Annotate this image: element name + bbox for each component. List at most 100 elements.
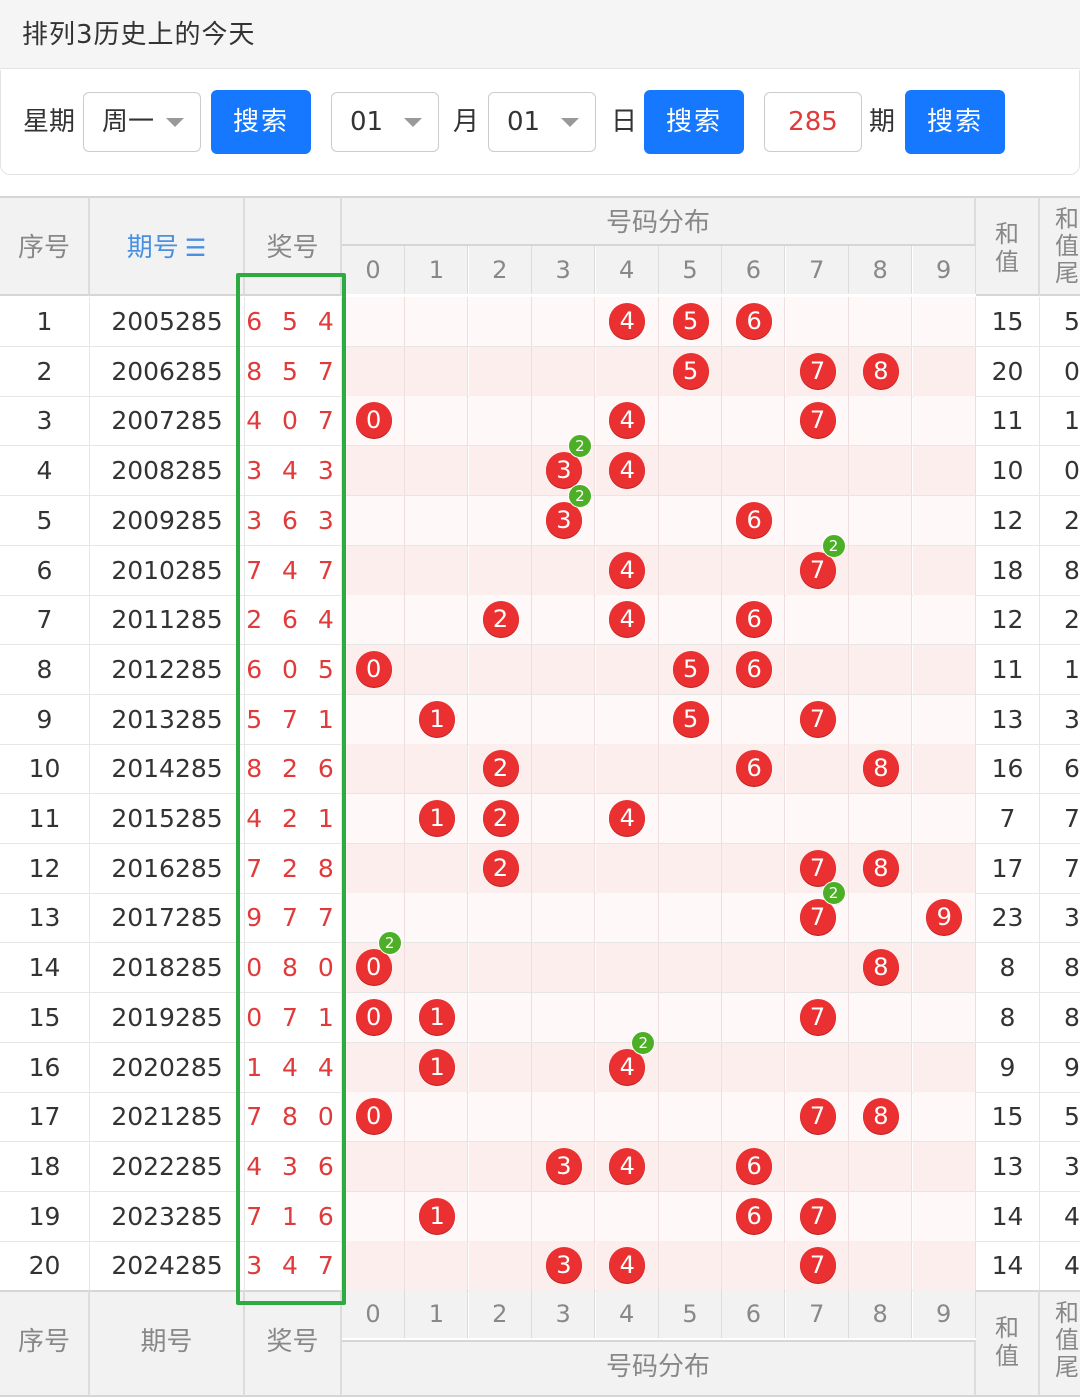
table-row: 2 2006285 8 5 7 5 7 8 20 0 <box>0 346 1080 397</box>
distribution-cell <box>595 843 659 893</box>
row-period: 2019285 <box>90 992 245 1042</box>
distribution-cell <box>342 843 405 893</box>
distribution-cell <box>342 694 405 744</box>
distribution-cell <box>532 843 596 893</box>
row-period: 2024285 <box>90 1241 245 1291</box>
period-input[interactable]: 285 <box>764 92 862 152</box>
row-sum-tail: 1 <box>1064 406 1080 436</box>
distribution-cell <box>659 396 722 446</box>
distribution-cell <box>722 545 786 595</box>
month-value: 01 <box>350 107 384 137</box>
row-prize: 7 1 6 <box>245 1191 342 1241</box>
row-sum: 17 <box>976 843 1040 893</box>
row-index: 20 <box>0 1241 90 1291</box>
digit-header-4: 4 <box>595 246 659 294</box>
number-ball: 1 <box>419 700 456 737</box>
footer-sum-tail: 和值尾 <box>1040 1290 1080 1397</box>
row-prize: 3 4 3 <box>245 446 342 496</box>
repeat-count-badge: 2 <box>377 931 402 956</box>
distribution-cell <box>405 1141 469 1191</box>
distribution-cell <box>912 545 976 595</box>
row-period: 2023285 <box>90 1191 245 1241</box>
footer-sum: 和值 <box>976 1290 1040 1397</box>
distribution-cell <box>722 396 786 446</box>
digit-header-1: 1 <box>405 1290 469 1338</box>
header-period-label: 期号 <box>126 233 179 263</box>
table-row: 7 2011285 2 6 4 2 4 6 12 2 <box>0 595 1080 646</box>
distribution-cell <box>405 1241 469 1291</box>
weekday-value: 周一 <box>102 107 155 137</box>
distribution-cell <box>405 545 469 595</box>
row-index: 13 <box>0 893 90 943</box>
row-index: 17 <box>0 1092 90 1142</box>
row-sum: 9 <box>976 1042 1040 1092</box>
row-sum: 7 <box>976 794 1040 843</box>
row-index: 9 <box>0 694 90 744</box>
distribution-cell <box>659 943 722 993</box>
distribution-cell <box>532 297 596 346</box>
day-select[interactable]: 01 <box>488 92 596 152</box>
distribution-cell <box>849 644 913 694</box>
row-index: 12 <box>0 843 90 893</box>
row-sum-tail: 9 <box>1064 1052 1080 1082</box>
day-label: 日 <box>611 107 638 137</box>
row-sum-tail: 7 <box>1064 804 1080 833</box>
distribution-cell <box>659 843 722 893</box>
distribution-cell <box>849 595 913 645</box>
number-ball: 2 <box>482 849 519 886</box>
row-period: 2012285 <box>90 644 245 694</box>
distribution-cell <box>912 992 976 1042</box>
distribution-cell <box>912 744 976 794</box>
search-period-button[interactable]: 搜索 <box>905 90 1005 154</box>
distribution-cell <box>468 1141 532 1191</box>
distribution-cell <box>912 446 976 496</box>
distribution-cell <box>405 495 469 545</box>
digit-header-9: 9 <box>912 1290 976 1338</box>
search-date-button[interactable]: 搜索 <box>644 90 744 154</box>
row-prize: 5 7 1 <box>245 694 342 744</box>
distribution-cell <box>912 1042 976 1092</box>
header-period[interactable]: 期号 ☰ <box>90 196 245 296</box>
number-ball: 8 <box>862 750 899 787</box>
header-sum: 和值 <box>976 196 1040 296</box>
distribution-cell <box>342 744 405 794</box>
repeat-count-badge: 2 <box>631 1030 656 1055</box>
distribution-cell <box>722 992 786 1042</box>
distribution-cell <box>722 794 786 843</box>
distribution-cell <box>468 1042 532 1092</box>
footer-sum-label: 和值 <box>995 1314 1019 1370</box>
row-sum-tail: 4 <box>1064 1251 1080 1281</box>
digit-header-2: 2 <box>468 1290 532 1338</box>
number-ball: 5 <box>672 700 709 737</box>
number-ball: 0 <box>355 1098 392 1135</box>
number-ball: 0 <box>355 402 392 439</box>
number-ball: 3 <box>545 1247 582 1284</box>
distribution-cell <box>595 1191 659 1241</box>
distribution-cell <box>659 1241 722 1291</box>
distribution-cell <box>342 446 405 496</box>
number-ball: 5 <box>672 352 709 389</box>
row-sum-tail: 7 <box>1064 853 1080 883</box>
search-weekday-button[interactable]: 搜索 <box>211 90 311 154</box>
row-sum-tail: 8 <box>1064 555 1080 585</box>
distribution-cell <box>532 943 596 993</box>
month-select[interactable]: 01 <box>331 92 439 152</box>
number-ball: 7 <box>799 998 836 1035</box>
number-ball: 7 <box>799 402 836 439</box>
distribution-cell <box>912 495 976 545</box>
row-sum-tail: 4 <box>1064 1201 1080 1231</box>
table-row: 5 2009285 3 6 3 3 2 6 12 2 <box>0 483 1080 546</box>
weekday-select[interactable]: 周一 <box>83 92 201 152</box>
table-row: 6 2010285 7 4 7 4 7 2 18 8 <box>0 533 1080 596</box>
row-sum-tail: 8 <box>1064 1002 1080 1032</box>
distribution-cell <box>722 346 786 396</box>
sort-icon[interactable]: ☰ <box>185 234 207 262</box>
distribution-cell <box>532 1191 596 1241</box>
row-period: 2021285 <box>90 1092 245 1142</box>
digit-header-8: 8 <box>849 246 913 294</box>
distribution-cell <box>849 1042 913 1092</box>
number-ball: 7 <box>799 1197 836 1234</box>
row-sum: 11 <box>976 396 1040 446</box>
distribution-cell <box>659 545 722 595</box>
distribution-cell <box>659 744 722 794</box>
